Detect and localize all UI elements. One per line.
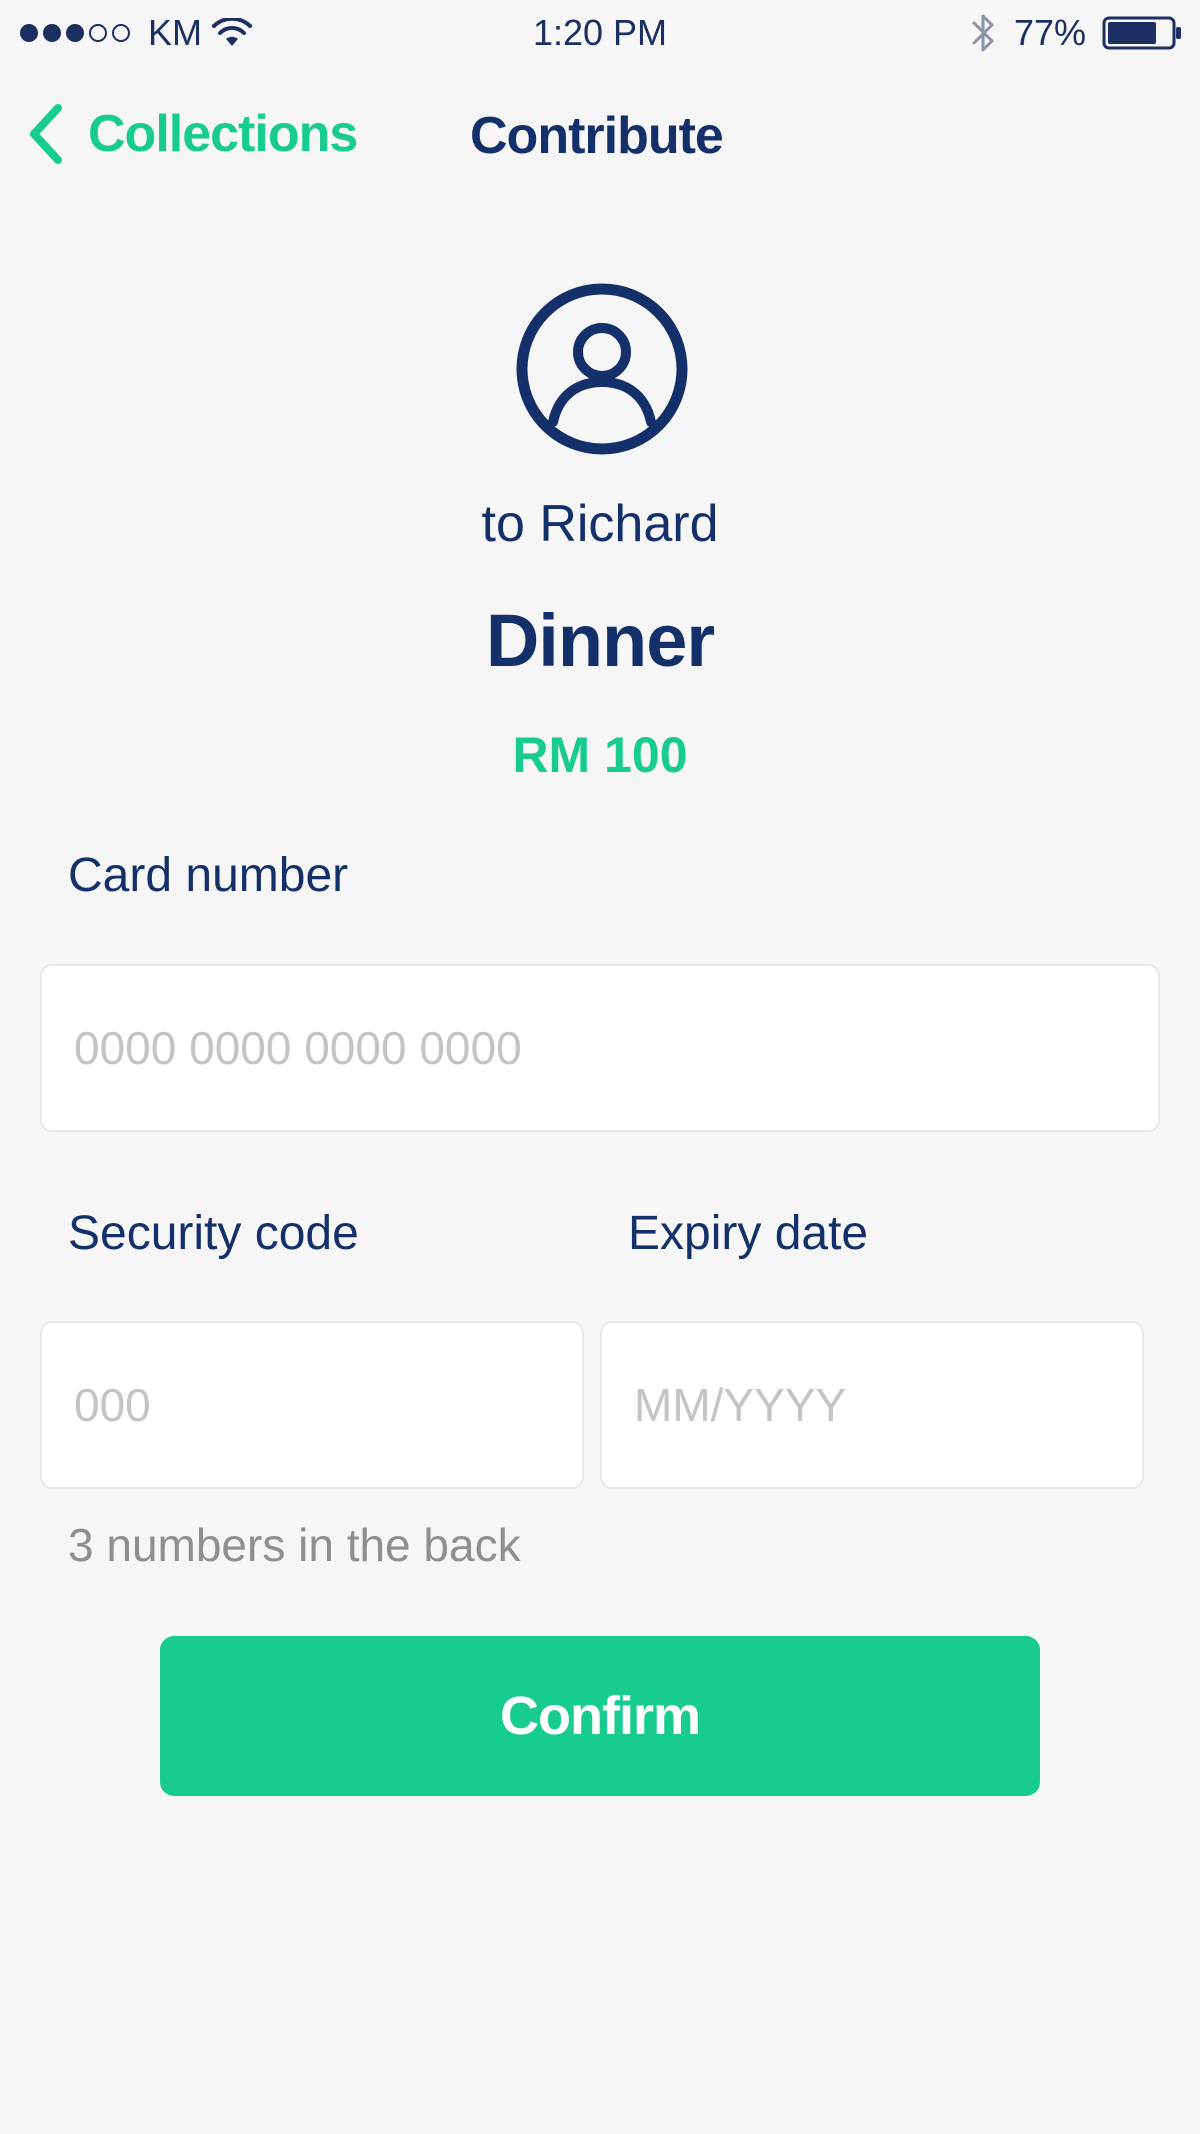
card-number-input[interactable] xyxy=(40,964,1160,1132)
card-number-label: Card number xyxy=(68,849,349,902)
security-code-input[interactable] xyxy=(40,1321,584,1489)
collection-name: Dinner xyxy=(485,599,715,682)
security-code-hint: 3 numbers in the back xyxy=(68,1519,521,1571)
security-code-label: Security code xyxy=(68,1207,359,1260)
user-circle-icon xyxy=(516,283,688,455)
back-label[interactable]: Collections xyxy=(88,104,358,164)
battery-percent: 77% xyxy=(1013,12,1086,53)
back-button[interactable]: Collections xyxy=(26,104,358,164)
battery-icon xyxy=(1102,16,1181,50)
bluetooth-icon xyxy=(972,14,994,52)
status-right: 77% xyxy=(970,12,1182,54)
expiry-date-label: Expiry date xyxy=(628,1207,869,1260)
chevron-left-icon[interactable] xyxy=(26,104,66,164)
expiry-date-input[interactable] xyxy=(600,1321,1144,1489)
nav-bar: Collections Contribute xyxy=(0,86,1200,182)
recipient-label: to Richard xyxy=(481,495,719,553)
contribution-amount: RM 100 xyxy=(512,727,688,783)
page-title: Contribute xyxy=(470,107,724,165)
status-bar: KM 1:20 PM 77% xyxy=(0,0,1200,66)
confirm-button[interactable]: Confirm xyxy=(160,1636,1040,1796)
